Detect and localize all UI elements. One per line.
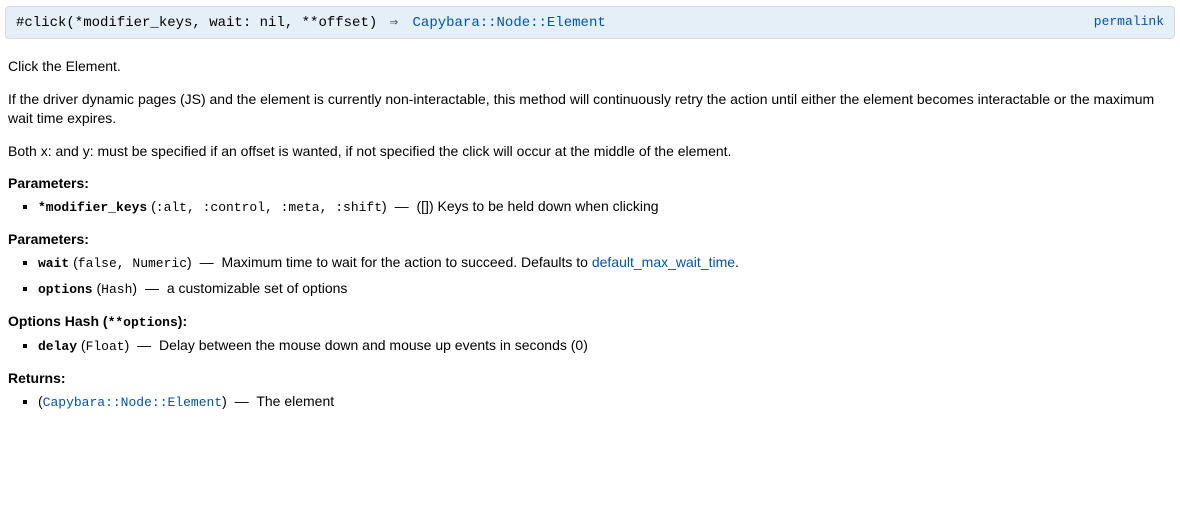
param-default: []	[421, 198, 429, 214]
option-types: Float	[86, 339, 125, 354]
method-body: Click the Element. If the driver dynamic…	[0, 57, 1180, 413]
description-p2: If the driver dynamic pages (JS) and the…	[8, 90, 1172, 128]
param-item: options (Hash) — a customizable set of o…	[38, 279, 1172, 299]
returns-heading: Returns:	[8, 370, 1172, 386]
param-types: false, Numeric	[78, 256, 187, 271]
param-item: *modifier_keys (:alt, :control, :meta, :…	[38, 197, 1172, 217]
parameters-heading: Parameters:	[8, 231, 1172, 247]
param-name: *modifier_keys	[38, 200, 147, 215]
description-p1: Click the Element.	[8, 57, 1172, 76]
arrow: ⇒	[386, 15, 404, 31]
options-hash-code: **options	[108, 315, 178, 330]
parameters-list: wait (false, Numeric) — Maximum time to …	[8, 253, 1172, 299]
return-type-link[interactable]: Capybara::Node::Element	[43, 395, 222, 410]
param-types: :alt, :control, :meta, :shift	[156, 200, 382, 215]
param-name: wait	[38, 256, 69, 271]
param-types: Hash	[101, 282, 132, 297]
param-desc: a customizable set of options	[167, 280, 348, 296]
param-desc-prefix: Maximum time to wait for the action to s…	[221, 254, 591, 270]
options-hash-prefix: Options Hash (	[8, 313, 108, 329]
param-desc-suffix: .	[735, 254, 739, 270]
options-hash-heading: Options Hash (**options):	[8, 313, 1172, 330]
parameters-list: *modifier_keys (:alt, :control, :meta, :…	[8, 197, 1172, 217]
permalink-link[interactable]: permalink	[1094, 14, 1164, 29]
param-item: wait (false, Numeric) — Maximum time to …	[38, 253, 1172, 273]
option-name: delay	[38, 339, 77, 354]
method-signature: #click(*modifier_keys, wait: nil, **offs…	[16, 15, 386, 31]
option-desc: Delay between the mouse down and mouse u…	[159, 337, 588, 353]
param-desc: Keys to be held down when clicking	[438, 198, 659, 214]
param-name: options	[38, 282, 93, 297]
return-type-link[interactable]: Capybara::Node::Element	[404, 15, 606, 31]
return-desc: The element	[256, 393, 334, 409]
options-list: delay (Float) — Delay between the mouse …	[8, 336, 1172, 356]
returns-list: (Capybara::Node::Element) — The element	[8, 392, 1172, 412]
method-signature-header: #click(*modifier_keys, wait: nil, **offs…	[5, 6, 1175, 39]
parameters-heading: Parameters:	[8, 175, 1172, 191]
return-item: (Capybara::Node::Element) — The element	[38, 392, 1172, 412]
option-item: delay (Float) — Delay between the mouse …	[38, 336, 1172, 356]
default-max-wait-time-link[interactable]: default_max_wait_time	[592, 254, 735, 270]
description-p3: Both x: and y: must be specified if an o…	[8, 142, 1172, 161]
options-hash-suffix: ):	[178, 313, 187, 329]
